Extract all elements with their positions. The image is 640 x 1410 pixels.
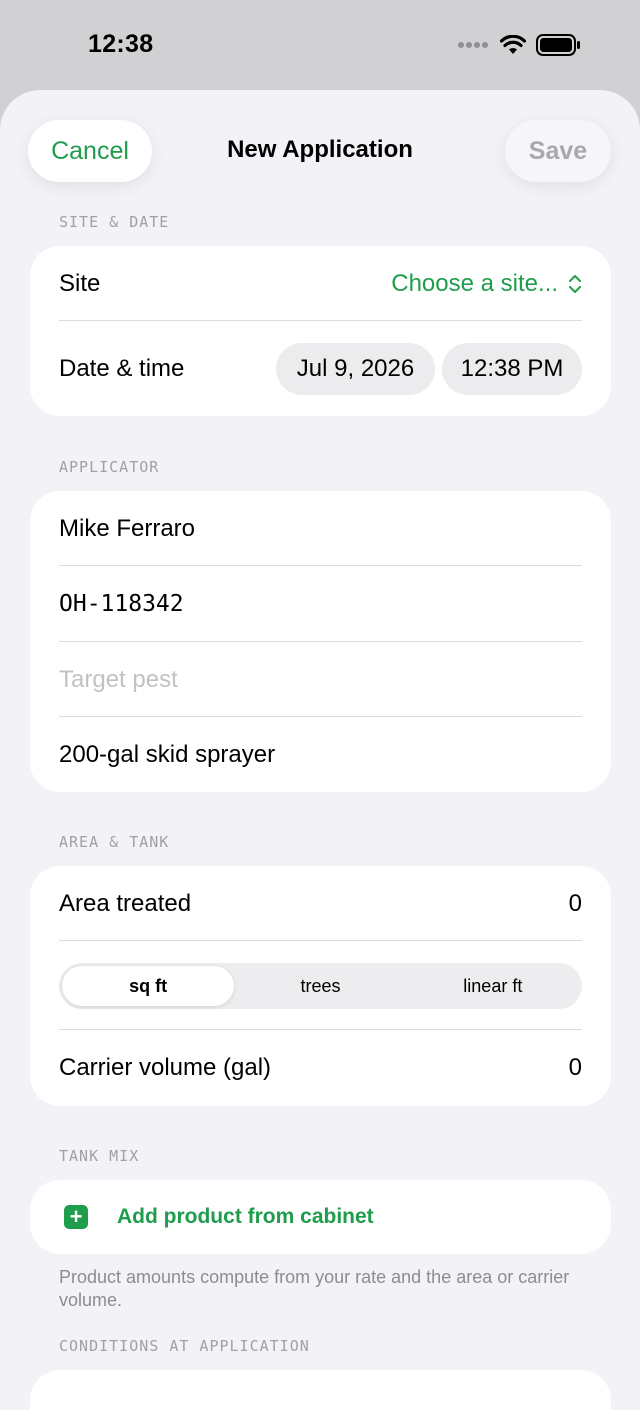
site-picker[interactable]: Choose a site...	[391, 270, 582, 298]
conditions-card	[30, 1370, 611, 1410]
site-date-card: Site Choose a site... Date & time Jul 9,…	[30, 246, 611, 416]
status-bar: 12:38	[0, 0, 640, 92]
add-product-label: Add product from cabinet	[117, 1205, 374, 1228]
section-header-conditions: CONDITIONS AT APPLICATION	[59, 1337, 310, 1355]
applicator-name-field[interactable]: Mike Ferraro	[59, 491, 582, 566]
site-picker-value: Choose a site...	[391, 270, 558, 297]
plus-square-icon: +	[64, 1205, 88, 1229]
carrier-volume-value[interactable]: 0	[569, 1054, 582, 1082]
license-field[interactable]: OH-118342	[59, 566, 582, 641]
date-time-pickers: Jul 9, 2026 12:38 PM	[276, 343, 582, 395]
equipment-field[interactable]: 200-gal skid sprayer	[59, 717, 582, 792]
section-header-area-tank: AREA & TANK	[59, 833, 170, 851]
time-picker[interactable]: 12:38 PM	[442, 343, 582, 395]
applicator-name-value: Mike Ferraro	[59, 514, 196, 542]
area-tank-card: Area treated 0 sq ft trees linear ft Car…	[30, 866, 611, 1106]
date-time-row: Date & time Jul 9, 2026 12:38 PM	[59, 324, 582, 414]
date-picker[interactable]: Jul 9, 2026	[276, 343, 435, 395]
tank-mix-footnote: Product amounts compute from your rate a…	[59, 1267, 570, 1310]
site-label: Site	[59, 270, 101, 297]
area-treated-value[interactable]: 0	[569, 890, 582, 918]
unit-segmented-control: sq ft trees linear ft	[59, 963, 582, 1009]
tank-mix-card: + Add product from cabinet	[30, 1180, 611, 1254]
chevron-up-down-icon	[569, 275, 581, 293]
carrier-volume-label: Carrier volume (gal)	[59, 1054, 272, 1081]
divider	[59, 320, 582, 321]
signal-icon	[458, 42, 488, 48]
target-pest-field[interactable]: Target pest	[59, 642, 582, 717]
segment-sq-ft[interactable]: sq ft	[62, 966, 235, 1006]
carrier-volume-row[interactable]: Carrier volume (gal) 0	[59, 1030, 582, 1106]
divider	[59, 940, 582, 941]
status-time: 12:38	[88, 30, 154, 58]
section-header-applicator: APPLICATOR	[59, 458, 160, 476]
add-product-button[interactable]: + Add product from cabinet	[64, 1180, 582, 1254]
status-icons	[458, 34, 582, 56]
site-row[interactable]: Site Choose a site...	[59, 246, 582, 322]
area-treated-label: Area treated	[59, 889, 192, 917]
section-header-site-date: SITE & DATE	[59, 213, 170, 231]
equipment-value: 200-gal skid sprayer	[59, 740, 276, 768]
applicator-card: Mike Ferraro OH-118342 Target pest 200-g…	[30, 491, 611, 792]
segment-trees[interactable]: trees	[234, 966, 406, 1006]
license-value: OH-118342	[59, 590, 184, 617]
section-header-tank-mix: TANK MIX	[59, 1147, 140, 1165]
battery-icon	[536, 34, 580, 56]
date-time-label: Date & time	[59, 355, 185, 382]
target-pest-placeholder: Target pest	[59, 665, 178, 693]
area-treated-row[interactable]: Area treated 0	[59, 866, 582, 941]
save-button[interactable]: Save	[505, 120, 611, 182]
segment-linear-ft[interactable]: linear ft	[407, 966, 579, 1006]
new-application-sheet: Cancel New Application Save SITE & DATE …	[0, 90, 640, 1410]
wifi-icon	[500, 35, 526, 54]
